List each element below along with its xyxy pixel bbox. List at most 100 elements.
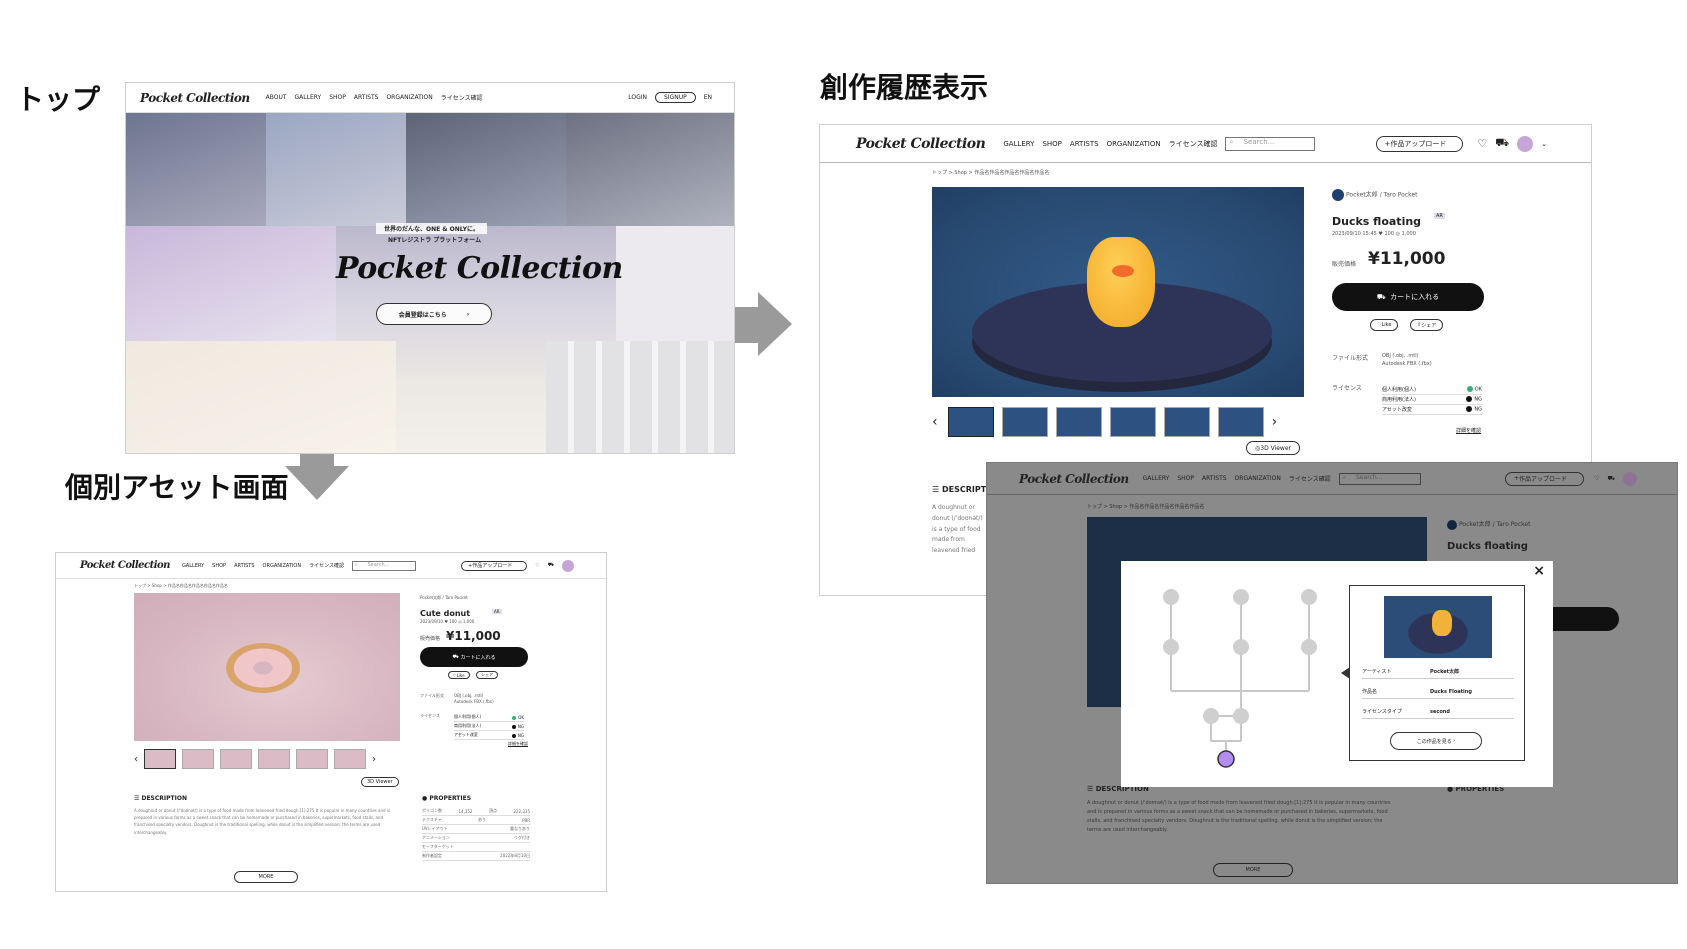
- donut-thumb-4[interactable]: [258, 749, 290, 769]
- history-header: Pocket Collection GALLERY SHOP ARTISTS O…: [987, 463, 1677, 495]
- ducks-artist[interactable]: Pocket太郎 / Taro Pocket: [1332, 189, 1417, 201]
- donut-thumb-1[interactable]: [144, 749, 176, 769]
- ducks-logo[interactable]: Pocket Collection: [856, 136, 986, 152]
- donut-nav-artists[interactable]: ARTISTS: [234, 563, 254, 569]
- hero-register-button[interactable]: 会員登録はこちら ›: [376, 303, 492, 325]
- ducks-search-input[interactable]: ⌕ Search...: [1225, 136, 1316, 151]
- ducks-nav-organization[interactable]: ORGANIZATION: [1107, 140, 1161, 148]
- donut-thumb-3[interactable]: [220, 749, 252, 769]
- donut-nav-shop[interactable]: SHOP: [212, 563, 226, 569]
- donut-nav-license[interactable]: ライセンス確認: [309, 562, 344, 569]
- cart-icon[interactable]: ⛟: [1607, 475, 1615, 483]
- property-row: アニメーション リグ付き: [422, 834, 530, 843]
- ducks-main-image: [932, 187, 1304, 397]
- history-title: Ducks floating: [1447, 541, 1528, 552]
- history-nav-artists[interactable]: ARTISTS: [1202, 475, 1227, 482]
- ducks-description: A doughnut or donut (/ˈdoʊnət/) is a typ…: [932, 504, 983, 555]
- top-nav-artists[interactable]: ARTISTS: [354, 94, 379, 101]
- ducks-cart-button[interactable]: ⛟ カートに入れる: [1332, 283, 1484, 311]
- avatar[interactable]: [1623, 471, 1637, 486]
- donut-thumb-6[interactable]: [334, 749, 366, 769]
- ducks-file-value2: Autodesk FBX (.fbx): [1382, 361, 1432, 367]
- popup-duck: [1432, 610, 1452, 636]
- ducks-nav-license[interactable]: ライセンス確認: [1169, 139, 1218, 149]
- history-artist[interactable]: Pocket太郎 / Taro Pocket: [1447, 519, 1530, 530]
- cart-icon[interactable]: ⛟: [548, 562, 554, 569]
- top-nav-shop[interactable]: SHOP: [329, 94, 346, 101]
- hero-subtitle: NFTレジストラ プラットフォーム: [388, 237, 482, 244]
- license-row: 商用利用(法人) NG: [1382, 396, 1482, 405]
- ducks-thumb-5[interactable]: [1163, 407, 1210, 437]
- top-login-link[interactable]: LOGIN: [628, 94, 647, 101]
- avatar[interactable]: [1517, 135, 1534, 152]
- heart-icon[interactable]: ♡: [1477, 137, 1487, 150]
- donut-artist[interactable]: Pocket太郎 / Taro Pocket: [420, 595, 468, 601]
- ducks-nav-gallery[interactable]: GALLERY: [1003, 140, 1034, 148]
- chevron-right-icon[interactable]: ›: [1272, 414, 1278, 430]
- heart-icon[interactable]: ♡: [535, 563, 539, 569]
- donut-upload-button[interactable]: + 作品アップロード: [461, 560, 528, 571]
- ducks-thumb-3[interactable]: [1055, 407, 1102, 437]
- history-nav-shop[interactable]: SHOP: [1177, 475, 1194, 482]
- donut-file-value1: OBJ (.obj, .mtl): [454, 693, 484, 698]
- popup-view-work-button[interactable]: この作品を見る ›: [1390, 732, 1482, 750]
- donut-meta: 2023/09/10 ♥ 100 ◎ 1,000: [420, 619, 475, 624]
- donut-cart-button[interactable]: ⛟ カートに入れる: [420, 647, 528, 667]
- donut-nav-gallery[interactable]: GALLERY: [182, 563, 204, 569]
- ducks-thumb-4[interactable]: [1109, 407, 1156, 437]
- top-nav-license[interactable]: ライセンス確認: [441, 93, 483, 102]
- list-icon: ☰: [1087, 785, 1096, 793]
- avatar[interactable]: [562, 559, 574, 572]
- ducks-share-button[interactable]: ⇪ シェア: [1410, 319, 1444, 331]
- tree-node: [1233, 708, 1249, 724]
- chevron-right-icon[interactable]: ›: [372, 754, 376, 765]
- ducks-thumb-6[interactable]: [1217, 407, 1264, 437]
- history-search-input[interactable]: ⌕ Search...: [1338, 472, 1421, 485]
- top-signup-button[interactable]: SIGNUP: [654, 92, 696, 103]
- history-tree-graph: [1163, 589, 1317, 768]
- ducks-thumb-1[interactable]: [947, 407, 994, 437]
- history-nav-gallery[interactable]: GALLERY: [1143, 475, 1170, 482]
- label-history: 創作履歴表示: [820, 71, 989, 104]
- arrow-right-head: [758, 292, 792, 356]
- hero-tag: 世界のだんな、ONE & ONLYに。: [376, 223, 487, 234]
- ducks-like-button[interactable]: ♡ Like: [1370, 319, 1399, 331]
- donut-thumb-2[interactable]: [182, 749, 214, 769]
- top-logo[interactable]: Pocket Collection: [140, 91, 250, 105]
- collage-tile-3: [406, 113, 566, 226]
- ducks-upload-button[interactable]: + 作品アップロード: [1375, 135, 1464, 152]
- ducks-3d-viewer-button[interactable]: ◎ 3D Viewer: [1246, 441, 1300, 455]
- donut-logo[interactable]: Pocket Collection: [80, 560, 170, 571]
- history-logo[interactable]: Pocket Collection: [1019, 472, 1129, 486]
- ducks-file-value1: OBJ (.obj, .mtl): [1382, 353, 1419, 359]
- ducks-nav-shop[interactable]: SHOP: [1042, 140, 1061, 148]
- tree-node: [1233, 639, 1249, 655]
- top-nav-gallery[interactable]: GALLERY: [295, 94, 322, 101]
- donut-nav-organization[interactable]: ORGANIZATION: [263, 563, 302, 569]
- history-upload-button[interactable]: + 作品アップロード: [1505, 471, 1585, 486]
- donut-search-input[interactable]: ⌕ Search...: [352, 560, 417, 571]
- donut-license-link[interactable]: 詳細を確認: [508, 741, 528, 747]
- cart-icon[interactable]: ⛟: [1495, 136, 1509, 151]
- donut-share-button[interactable]: シェア: [476, 671, 498, 679]
- chevron-left-icon[interactable]: ‹: [134, 754, 138, 765]
- chevron-down-icon[interactable]: ⌄: [1541, 140, 1547, 148]
- history-nav-organization[interactable]: ORGANIZATION: [1235, 475, 1281, 482]
- ducks-nav-artists[interactable]: ARTISTS: [1070, 140, 1099, 148]
- close-icon[interactable]: ×: [1533, 563, 1545, 579]
- heart-icon[interactable]: ♡: [1594, 475, 1599, 482]
- top-nav-organization[interactable]: ORGANIZATION: [386, 94, 432, 101]
- ducks-license-link[interactable]: 詳細を確認: [1456, 427, 1481, 434]
- collage-tile-1: [126, 113, 266, 226]
- top-nav-about[interactable]: ABOUT: [266, 94, 287, 101]
- donut-thumb-5[interactable]: [296, 749, 328, 769]
- chevron-left-icon[interactable]: ‹: [932, 414, 938, 430]
- history-more-button[interactable]: MORE: [1213, 863, 1293, 877]
- donut-file-label: ファイル形式: [420, 693, 444, 698]
- ducks-thumb-2[interactable]: [1001, 407, 1048, 437]
- donut-more-button[interactable]: MORE: [234, 871, 298, 883]
- top-lang-switch[interactable]: EN: [704, 94, 712, 101]
- history-nav-license[interactable]: ライセンス確認: [1289, 474, 1331, 483]
- donut-3d-viewer-button[interactable]: 3D Viewer: [361, 777, 399, 787]
- donut-like-button[interactable]: ♡ Like: [448, 671, 470, 679]
